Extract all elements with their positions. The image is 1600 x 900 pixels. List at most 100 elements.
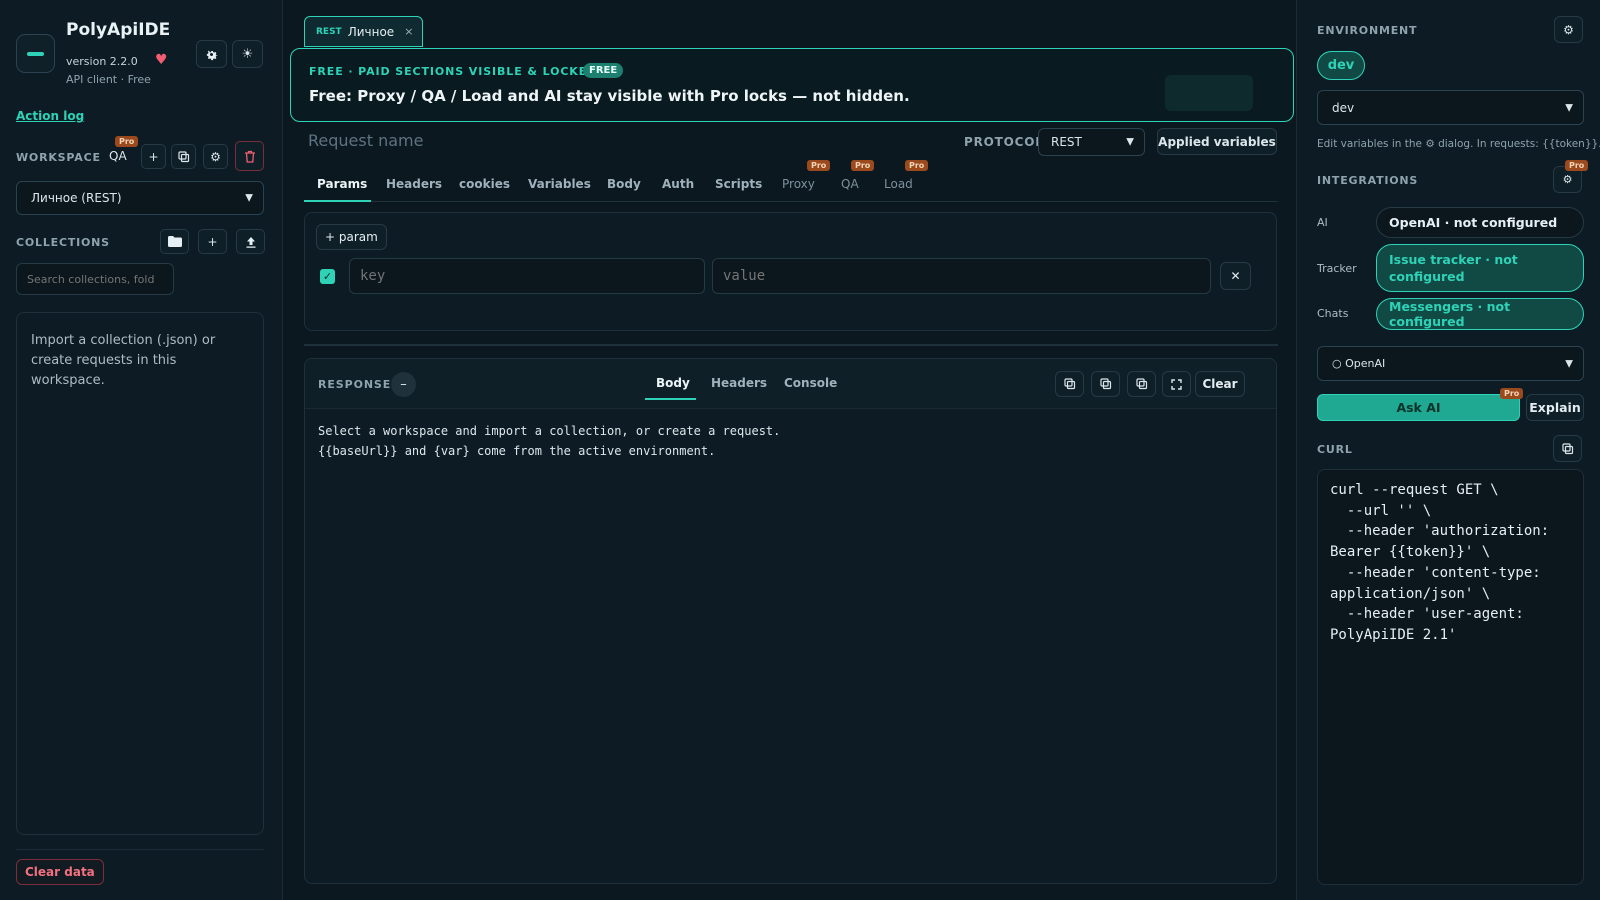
collections-empty-message: Import a collection (.json) or create re… (31, 333, 216, 388)
pro-badge: Pro (905, 160, 929, 171)
pro-badge: Pro (115, 136, 139, 147)
duplicate-workspace-button[interactable] (171, 144, 196, 169)
environment-select[interactable]: dev ▼ (1317, 90, 1584, 125)
environment-settings-button[interactable]: ⚙ (1554, 16, 1583, 43)
clear-response-button[interactable]: Clear (1195, 371, 1245, 397)
add-workspace-button[interactable]: + (141, 144, 166, 169)
close-icon[interactable]: × (404, 25, 413, 38)
copy-icon (1561, 442, 1574, 455)
tab-variables[interactable]: Variables (528, 177, 591, 191)
check-icon: ✓ (322, 270, 333, 283)
response-tab-headers[interactable]: Headers (711, 376, 767, 390)
pro-badge: Pro (807, 160, 831, 171)
copy-icon (1135, 378, 1148, 390)
explain-button[interactable]: Explain (1526, 394, 1584, 421)
theme-toggle-button[interactable]: ☀ (232, 40, 263, 68)
ask-ai-button[interactable]: Ask AI (1317, 394, 1520, 421)
chevron-down-icon: ▼ (1565, 358, 1573, 369)
request-tab-protocol: REST (316, 26, 342, 37)
curl-label: CURL (1317, 443, 1353, 456)
app-name: PolyApiIDE (66, 20, 171, 40)
add-param-button[interactable]: + param (316, 224, 387, 250)
applied-variables-button[interactable]: Applied variables (1157, 128, 1277, 155)
settings-button[interactable] (196, 40, 227, 68)
integration-label-chats: Chats (1317, 307, 1349, 320)
request-tab-name: Личное (347, 24, 395, 39)
response-body: Select a workspace and import a collecti… (318, 424, 781, 458)
gear-icon (204, 47, 219, 62)
tab-body[interactable]: Body (607, 177, 641, 191)
copy-curl-button[interactable] (1553, 435, 1582, 462)
integration-chats-button[interactable]: Messengers · not configured (1376, 298, 1584, 330)
folder-icon (167, 236, 182, 247)
fullscreen-button[interactable] (1162, 371, 1191, 397)
protocol-select-value: REST (1051, 135, 1082, 149)
pro-badge: Pro (1565, 160, 1589, 171)
copy-icon (1063, 378, 1076, 390)
collections-search-input[interactable] (16, 263, 174, 295)
delete-workspace-button[interactable] (235, 141, 264, 171)
workspace-select[interactable]: Личное (REST) ▼ (16, 181, 264, 215)
clear-data-button[interactable]: Clear data (16, 859, 104, 885)
tab-load[interactable]: Load (884, 177, 913, 191)
copy-icon (1099, 378, 1112, 390)
param-key-input[interactable] (349, 258, 705, 294)
param-enabled-checkbox[interactable]: ✓ (320, 269, 335, 284)
import-collection-button[interactable] (236, 229, 265, 254)
integrations-label: INTEGRATIONS (1317, 174, 1419, 187)
workspace-label: WORKSPACE (16, 151, 101, 164)
tab-qa[interactable]: QA (841, 177, 859, 191)
environment-hint: Edit variables in the ⚙ dialog. In reque… (1317, 138, 1600, 150)
send-button[interactable] (1165, 75, 1253, 111)
action-log-link[interactable]: Action log (16, 109, 84, 123)
response-label: RESPONSE (318, 378, 392, 391)
collapse-response-button[interactable]: – (391, 372, 416, 397)
integration-ai-button[interactable]: OpenAI · not configured (1376, 207, 1584, 238)
workspace-settings-button[interactable]: ⚙ (203, 144, 228, 169)
chevron-down-icon: ▼ (1126, 136, 1134, 148)
request-name-input[interactable]: Request name (308, 131, 423, 150)
app-logo (16, 34, 55, 73)
pro-badge: Pro (851, 160, 875, 171)
copy-icon (177, 150, 190, 163)
trash-icon (244, 150, 256, 163)
copy-all-button[interactable] (1127, 371, 1156, 397)
copy-response-button[interactable] (1055, 371, 1084, 397)
chevron-down-icon: ▼ (245, 192, 253, 204)
ai-provider-select[interactable]: ○ OpenAI ▼ (1317, 346, 1584, 381)
pro-badge: Pro (1500, 388, 1524, 399)
tab-proxy[interactable]: Proxy (782, 177, 815, 191)
resize-handle[interactable] (304, 344, 1278, 346)
active-environment-pill[interactable]: dev (1317, 51, 1365, 80)
chevron-down-icon: ▼ (1565, 102, 1573, 113)
environment-label: ENVIRONMENT (1317, 24, 1418, 37)
protocol-select[interactable]: REST ▼ (1038, 128, 1145, 156)
new-folder-button[interactable] (160, 229, 189, 254)
tab-auth[interactable]: Auth (662, 177, 694, 191)
collections-label: COLLECTIONS (16, 236, 110, 249)
param-value-input[interactable] (712, 258, 1211, 294)
banner-message: Free: Proxy / QA / Load and AI stay visi… (309, 87, 910, 105)
integration-tracker-button[interactable]: Issue tracker · not configured (1376, 244, 1584, 292)
response-tab-body[interactable]: Body (656, 376, 690, 390)
workspace-select-value: Личное (REST) (31, 191, 122, 205)
request-tab[interactable]: REST Личное × (304, 16, 423, 47)
environment-select-value: dev (1332, 100, 1355, 115)
copy-headers-button[interactable] (1091, 371, 1120, 397)
heart-icon[interactable]: ♥ (155, 52, 168, 68)
plus-icon: + (207, 234, 218, 249)
free-plan-banner: FREE · PAID SECTIONS VISIBLE & LOCKED FR… (290, 48, 1294, 122)
add-collection-button[interactable]: + (198, 229, 227, 254)
tab-cookies[interactable]: cookies (459, 177, 510, 191)
tab-params[interactable]: Params (317, 177, 367, 191)
tab-headers[interactable]: Headers (386, 177, 442, 191)
ai-provider-value: ○ OpenAI (1332, 357, 1386, 370)
remove-param-button[interactable]: ✕ (1220, 262, 1251, 290)
tab-scripts[interactable]: Scripts (715, 177, 762, 191)
params-panel: + param ✓ ✕ (304, 212, 1277, 331)
curl-command: curl --request GET \ --url '' \ --header… (1330, 482, 1550, 643)
main-area: REST Личное × Request name PROTOCOL REST… (283, 0, 1296, 900)
response-tab-console[interactable]: Console (784, 376, 837, 390)
close-icon: ✕ (1230, 269, 1241, 283)
gear-icon: ⚙ (1562, 173, 1573, 186)
